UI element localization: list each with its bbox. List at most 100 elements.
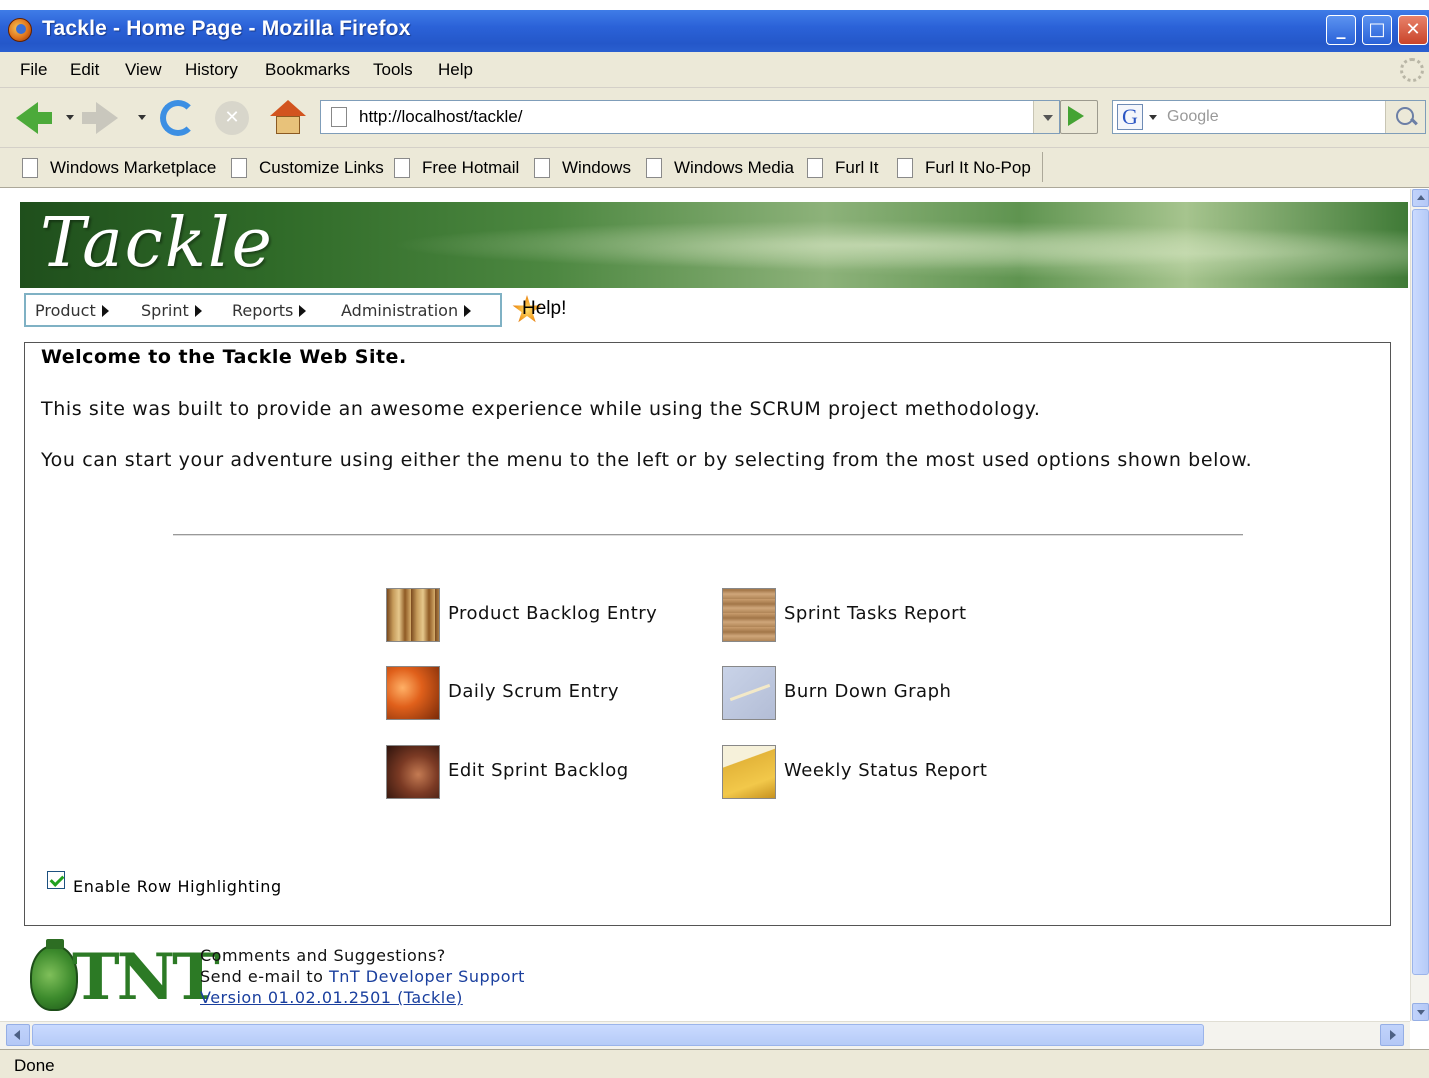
graph-icon: [722, 666, 776, 720]
option-label: Sprint Tasks Report: [784, 603, 967, 624]
home-icon[interactable]: [270, 100, 306, 136]
search-engine-dropdown-icon[interactable]: [1149, 115, 1157, 120]
menu-help[interactable]: Help: [438, 60, 473, 80]
bookmark-furl-it[interactable]: Furl It: [807, 158, 878, 178]
bookmark-customize-links[interactable]: Customize Links: [231, 158, 384, 178]
scroll-up-icon[interactable]: [1412, 189, 1429, 207]
site-brand: Tackle: [40, 204, 274, 283]
scroll-down-icon[interactable]: [1412, 1003, 1429, 1021]
bookmark-free-hotmail[interactable]: Free Hotmail: [394, 158, 519, 178]
site-banner: Tackle: [20, 202, 1408, 288]
orange-abstract-icon: [386, 666, 440, 720]
site-menu-sprint[interactable]: Sprint: [141, 301, 202, 320]
bookmark-label: Windows: [562, 158, 631, 177]
throbber-icon: [1400, 58, 1424, 82]
option-label: Edit Sprint Backlog: [448, 760, 629, 781]
site-menu-label: Administration: [341, 301, 459, 320]
page-icon: [807, 158, 823, 178]
site-menu-label: Reports: [232, 301, 294, 320]
close-button[interactable]: ✕: [1398, 15, 1428, 45]
page-viewport: Tackle Product Sprint Reports Administra…: [0, 189, 1410, 1021]
option-label: Weekly Status Report: [784, 760, 988, 781]
status-bar: Done: [0, 1049, 1429, 1078]
page-icon: [897, 158, 913, 178]
maximize-button[interactable]: □: [1362, 15, 1392, 45]
bookmark-windows[interactable]: Windows: [534, 158, 631, 178]
wood-icon: [386, 588, 440, 642]
help-label: Help!: [522, 298, 567, 319]
menu-tools[interactable]: Tools: [373, 60, 413, 80]
menu-bookmarks[interactable]: Bookmarks: [265, 60, 350, 80]
tnt-logo-text: TNT: [72, 940, 220, 1015]
menu-edit[interactable]: Edit: [70, 60, 99, 80]
page-icon: [22, 158, 38, 178]
search-input[interactable]: Google: [1167, 108, 1219, 126]
vertical-scroll-thumb[interactable]: [1412, 209, 1429, 975]
forward-arrow-icon[interactable]: [82, 102, 118, 134]
vertical-scrollbar[interactable]: [1410, 189, 1429, 1021]
brown-abstract-icon: [386, 745, 440, 799]
stop-icon[interactable]: ✕: [215, 101, 249, 135]
menu-bar: File Edit View History Bookmarks Tools H…: [0, 52, 1429, 88]
site-menu: Product Sprint Reports Administration: [24, 293, 502, 327]
bookmark-furl-it-no-pop[interactable]: Furl It No-Pop: [897, 158, 1031, 178]
firefox-logo-icon: [8, 18, 32, 42]
menu-view[interactable]: View: [125, 60, 162, 80]
checkbox-checked-icon[interactable]: [47, 871, 65, 889]
address-bar[interactable]: http://localhost/tackle/: [320, 100, 1060, 134]
site-menu-label: Product: [35, 301, 96, 320]
bookmark-label: Furl It: [835, 158, 879, 177]
welcome-panel: Welcome to the Tackle Web Site. This sit…: [24, 342, 1391, 926]
search-bar[interactable]: G Google: [1112, 100, 1426, 134]
divider: [173, 534, 1243, 536]
option-label: Daily Scrum Entry: [448, 681, 620, 702]
address-url[interactable]: http://localhost/tackle/: [359, 107, 522, 127]
scroll-left-icon[interactable]: [6, 1024, 30, 1046]
go-arrow-icon[interactable]: [1068, 106, 1084, 126]
submenu-arrow-icon: [194, 305, 202, 317]
menu-history[interactable]: History: [185, 60, 238, 80]
help-button[interactable]: Help!: [510, 293, 572, 329]
support-email-link[interactable]: TnT Developer Support: [329, 967, 525, 986]
forward-history-dropdown-icon[interactable]: [138, 115, 146, 120]
menu-file[interactable]: File: [20, 60, 47, 80]
back-arrow-icon[interactable]: [16, 102, 52, 134]
site-menu-administration[interactable]: Administration: [341, 301, 472, 320]
title-bar: Tackle - Home Page - Mozilla Firefox _ □…: [0, 0, 1429, 52]
cork-icon: [722, 588, 776, 642]
site-menu-product[interactable]: Product: [35, 301, 109, 320]
bookmark-label: Furl It No-Pop: [925, 158, 1031, 177]
reload-icon[interactable]: [160, 100, 196, 136]
row-highlighting-label: Enable Row Highlighting: [73, 877, 282, 896]
site-menu-reports[interactable]: Reports: [232, 301, 307, 320]
bookmark-windows-media[interactable]: Windows Media: [646, 158, 794, 178]
status-text: Done: [14, 1056, 55, 1075]
google-search-engine-icon[interactable]: G: [1117, 104, 1143, 130]
footer-version-line: Version 01.02.01.2501 (Tackle): [200, 988, 463, 1007]
bookmarks-toolbar: Windows Marketplace Customize Links Free…: [0, 148, 1429, 188]
page-icon: [646, 158, 662, 178]
option-label: Burn Down Graph: [784, 681, 952, 702]
search-magnifier-icon[interactable]: [1385, 101, 1425, 133]
version-link[interactable]: Version 01.02.01.2501 (Tackle): [200, 988, 463, 1007]
back-history-dropdown-icon[interactable]: [66, 115, 74, 120]
submenu-arrow-icon: [464, 305, 472, 317]
page-icon: [331, 107, 347, 127]
page-icon: [534, 158, 550, 178]
scroll-right-icon[interactable]: [1380, 1024, 1404, 1046]
bookmark-label: Windows Media: [674, 158, 794, 177]
bookmark-label: Customize Links: [259, 158, 384, 177]
bookmark-windows-marketplace[interactable]: Windows Marketplace: [22, 158, 216, 178]
intro-paragraph: This site was built to provide an awesom…: [41, 398, 1041, 420]
site-menu-label: Sprint: [141, 301, 189, 320]
horizontal-scroll-thumb[interactable]: [32, 1024, 1204, 1046]
footer-comments: Comments and Suggestions?: [200, 946, 446, 965]
welcome-heading: Welcome to the Tackle Web Site.: [41, 346, 407, 368]
horizontal-scrollbar[interactable]: [0, 1021, 1410, 1049]
page-icon: [231, 158, 247, 178]
page-icon: [394, 158, 410, 178]
address-dropdown-icon[interactable]: [1033, 101, 1059, 133]
bookmark-label: Windows Marketplace: [50, 158, 217, 177]
minimize-button[interactable]: _: [1326, 15, 1356, 45]
footer-email-line: Send e-mail to TnT Developer Support: [200, 967, 525, 986]
